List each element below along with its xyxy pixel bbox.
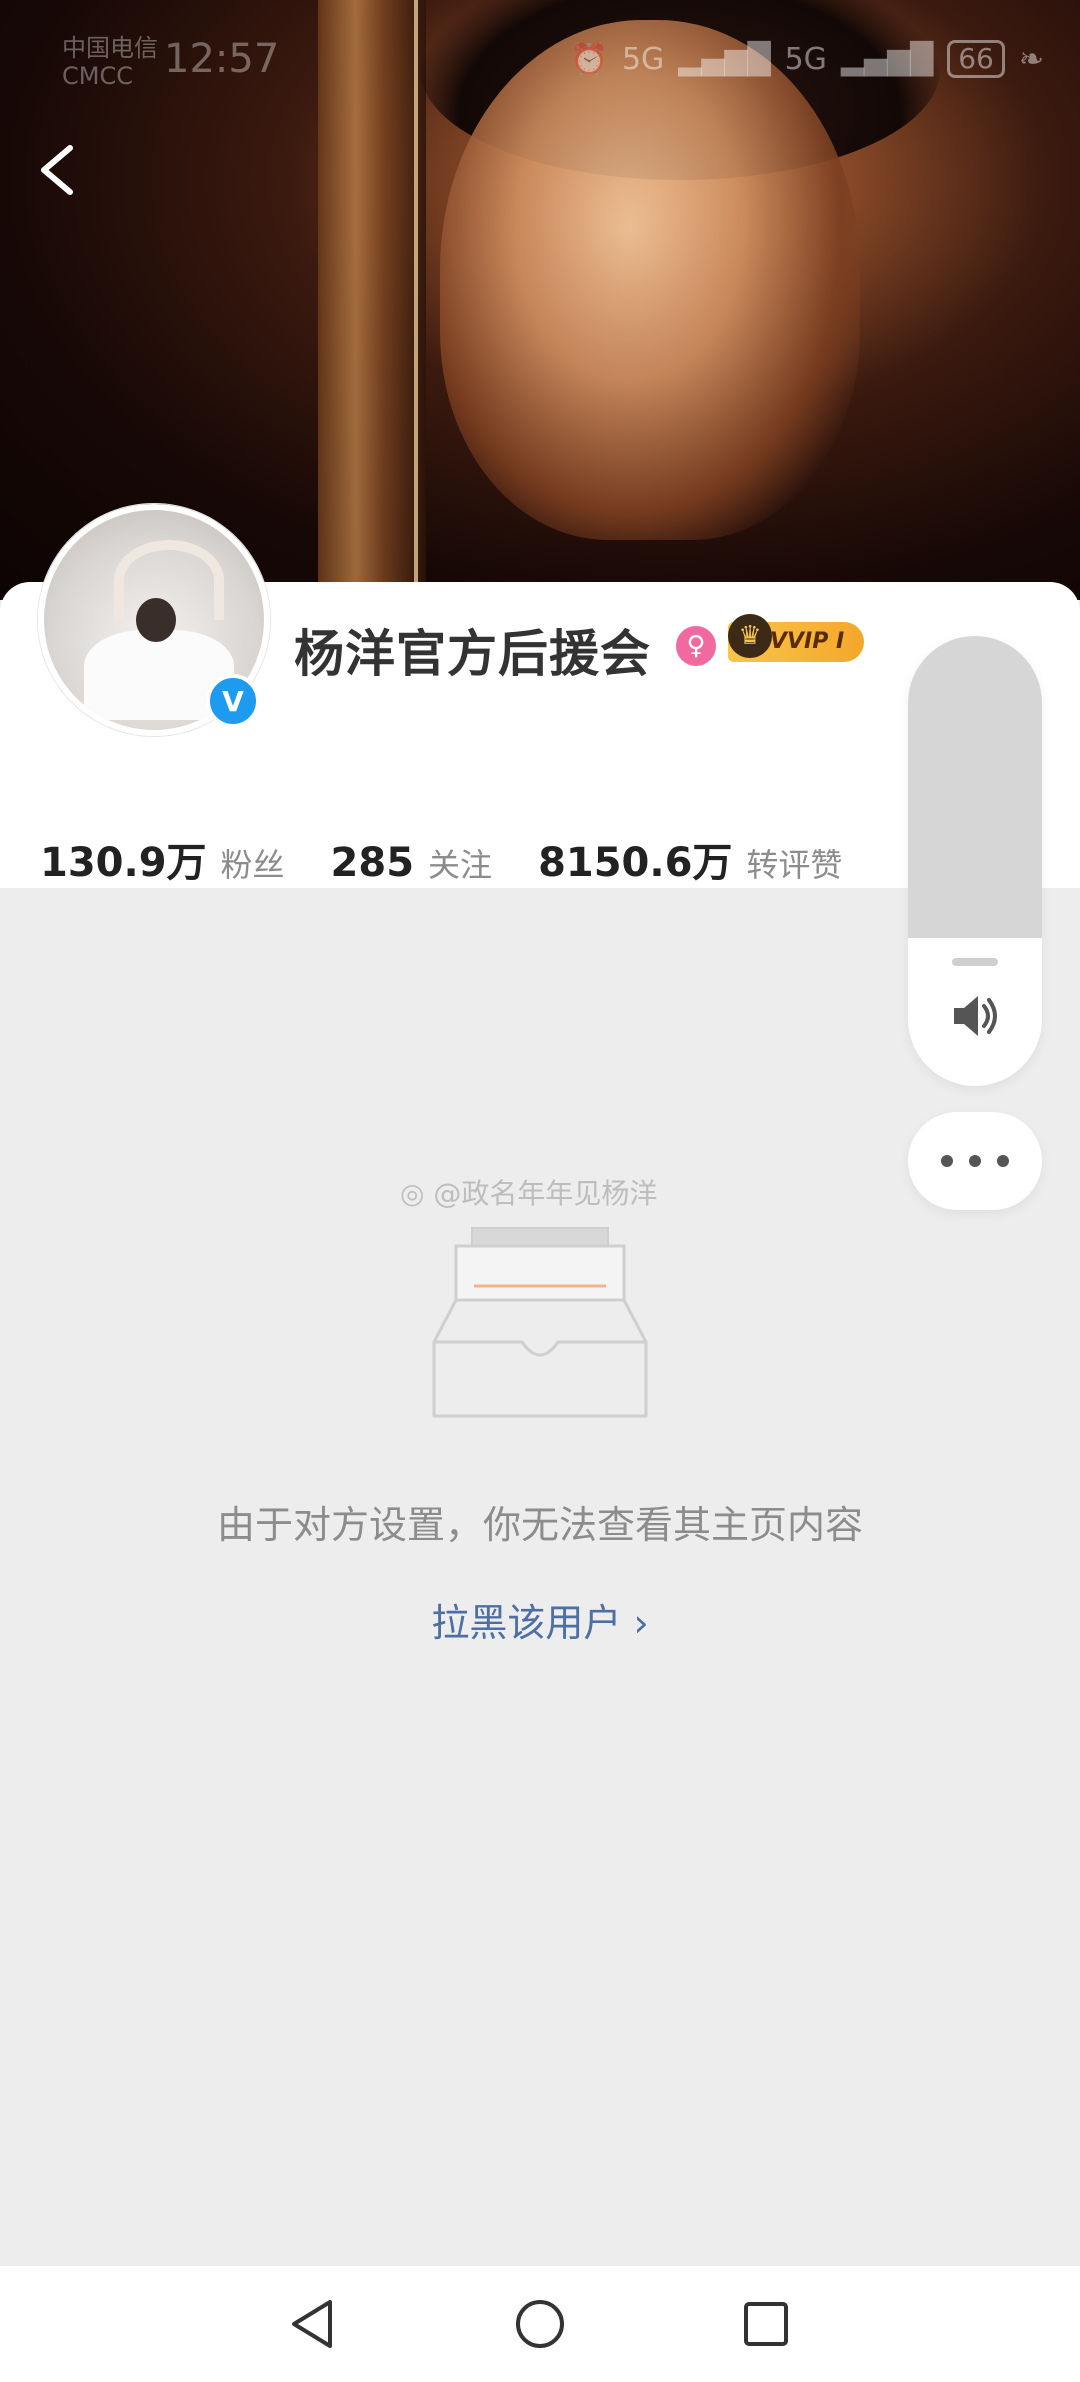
profile-stats: 130.9万 粉丝 285 关注 8150.6万 转评赞 (40, 830, 888, 888)
nav-recents-square-icon[interactable] (738, 2296, 794, 2352)
block-user-link[interactable]: 拉黑该用户 › (0, 1592, 1080, 1647)
signal-icon-2: ▂▄▆█ (840, 41, 934, 77)
verified-badge-icon: V (206, 674, 260, 728)
weibo-logo-icon: ◎ (400, 1177, 425, 1210)
watermark-text: @政名年年见杨洋 (433, 1177, 658, 1210)
back-button[interactable] (30, 140, 90, 200)
signal-5g-label-1: 5G (621, 41, 665, 77)
profile-name: 杨洋官方后援会 (294, 625, 651, 683)
status-icons: ⏰ 5G ▂▄▆█ 5G ▂▄▆█ 66 ❧ (571, 40, 1044, 78)
status-bar: 中国电信 CMCC 12:57 ⏰ 5G ▂▄▆█ 5G ▂▄▆█ 66 ❧ (0, 0, 1080, 120)
alarm-icon: ⏰ (570, 41, 608, 77)
nav-back-triangle-icon[interactable] (286, 2296, 342, 2352)
female-gender-icon: ♀ (676, 626, 716, 666)
following-label[interactable]: 关注 (428, 840, 492, 886)
volume-slider[interactable] (908, 636, 1042, 1086)
signal-5g-label-2: 5G (784, 41, 827, 77)
system-nav-bar (0, 2266, 1080, 2382)
reposts-likes-label: 转评赞 (746, 846, 843, 884)
speaker-icon (954, 996, 997, 1036)
more-dots-icon (997, 1155, 1009, 1167)
followers-count[interactable]: 130.9万 (40, 830, 207, 888)
more-button[interactable] (908, 1112, 1042, 1210)
signal-icon: ▂▄▆█ (678, 41, 771, 77)
empty-state-message: 由于对方设置，你无法查看其主页内容 (216, 1503, 863, 1547)
chevron-left-icon (41, 145, 73, 195)
more-dots-icon (941, 1155, 953, 1167)
empty-inbox-icon (432, 1227, 648, 1418)
reposts-likes-count: 8150.6万 (538, 840, 733, 886)
leaf-icon: ❧ (1018, 41, 1044, 77)
status-time: 12:57 (164, 36, 280, 82)
followers-label[interactable]: 粉丝 (221, 840, 285, 886)
more-dots-icon (969, 1155, 981, 1167)
volume-handle[interactable] (952, 958, 998, 966)
crown-icon: ♛ (728, 614, 772, 658)
avatar-figure-head (136, 598, 176, 642)
carrier-name: 中国电信 CMCC (62, 34, 158, 90)
volume-level-fill (908, 636, 1042, 938)
carrier-line-1: 中国电信 (62, 34, 158, 62)
battery-level: 66 (947, 40, 1005, 78)
following-count[interactable]: 285 (331, 840, 415, 886)
carrier-line-2: CMCC (62, 62, 133, 90)
weibo-watermark: ◎ @政名年年见杨洋 (400, 1172, 657, 1212)
nav-home-circle-icon[interactable] (512, 2296, 568, 2352)
